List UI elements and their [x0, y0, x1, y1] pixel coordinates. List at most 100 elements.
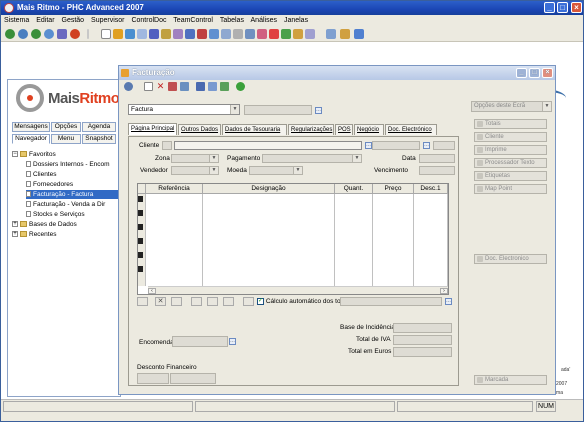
cliente-code-field[interactable]	[433, 141, 455, 150]
tab-negocio[interactable]: Negócio	[354, 124, 384, 135]
tab-snapshot[interactable]: Snapshot	[82, 134, 116, 144]
new-document-icon[interactable]	[144, 82, 153, 91]
desconto-value-field[interactable]	[170, 373, 216, 384]
heart-icon[interactable]	[269, 29, 279, 39]
tool-icon[interactable]	[354, 29, 364, 39]
doc-number-field[interactable]	[244, 105, 312, 115]
tree-item[interactable]: Clientes	[26, 170, 120, 179]
tool-icon[interactable]	[173, 29, 183, 39]
encomenda-field[interactable]	[172, 336, 228, 347]
line-tool-button[interactable]	[223, 297, 234, 306]
col-desc1[interactable]: Desc.1	[414, 184, 448, 194]
tool-icon[interactable]	[161, 29, 171, 39]
tree-item[interactable]: Stocks e Serviços	[26, 210, 120, 219]
options-select[interactable]: Opções deste Ecrã ▼	[471, 101, 552, 112]
horizontal-scrollbar[interactable]: ‹ ›	[148, 286, 448, 294]
link-icon[interactable]	[220, 82, 229, 91]
globe-icon[interactable]	[5, 29, 15, 39]
child-close-button[interactable]: ×	[542, 68, 553, 78]
folder-icon[interactable]	[113, 29, 123, 39]
tool-icon[interactable]	[340, 29, 350, 39]
cut-icon[interactable]	[168, 82, 177, 91]
desconto-percent-field[interactable]	[137, 373, 169, 384]
delete-line-button[interactable]: ✕	[155, 297, 166, 306]
imprime-button[interactable]: Imprime	[474, 145, 547, 155]
etiquetas-button[interactable]: Etiquetas	[474, 171, 547, 181]
tool-icon[interactable]	[209, 29, 219, 39]
tab-mensagens[interactable]: Mensagens	[12, 122, 50, 132]
child-maximize-button[interactable]: □	[529, 68, 540, 78]
lines-grid[interactable]: Referência Designação Quant. Preço Desc.…	[137, 183, 449, 295]
grid-icon[interactable]	[196, 82, 205, 91]
tool-icon[interactable]	[185, 29, 195, 39]
tree-item[interactable]: Fornecedores	[26, 180, 120, 189]
refresh-icon[interactable]	[236, 82, 245, 91]
tool-icon[interactable]	[57, 29, 67, 39]
marcada-button[interactable]: Marcada	[474, 375, 547, 385]
calc-auto-checkbox[interactable]: ✓	[257, 297, 264, 305]
line-tool-button[interactable]	[171, 297, 182, 306]
tab-pos[interactable]: POS	[335, 124, 353, 135]
zona-select[interactable]: ▼	[171, 154, 219, 163]
menu-janelas[interactable]: Janelas	[284, 17, 308, 24]
chevron-down-icon[interactable]: ▼	[209, 155, 218, 162]
tool-icon[interactable]	[293, 29, 303, 39]
cliente-button[interactable]: Cliente	[474, 132, 547, 142]
chevron-down-icon[interactable]: ▼	[209, 167, 218, 174]
menu-controldoc[interactable]: ControlDoc	[131, 17, 166, 24]
calendar-icon[interactable]	[197, 29, 207, 39]
lookup-icon[interactable]: …	[315, 107, 322, 114]
tab-agenda[interactable]: Agenda	[82, 122, 116, 132]
tab-menu[interactable]: Menu	[51, 134, 81, 144]
search-icon[interactable]	[124, 82, 133, 91]
tool-icon[interactable]	[305, 29, 315, 39]
new-line-button[interactable]	[137, 297, 148, 306]
lookup-icon[interactable]: …	[423, 142, 430, 149]
cliente-number-field[interactable]	[162, 141, 172, 150]
col-preco[interactable]: Preço	[373, 184, 414, 194]
minimize-button[interactable]: _	[544, 2, 555, 13]
tab-opcoes[interactable]: Opções	[51, 122, 81, 132]
tool-icon[interactable]	[257, 29, 267, 39]
menu-editar[interactable]: Editar	[36, 17, 54, 24]
globe-icon[interactable]	[44, 29, 54, 39]
chevron-down-icon[interactable]: ▼	[293, 167, 302, 174]
tool-icon[interactable]	[245, 29, 255, 39]
processador-texto-button[interactable]: Processador Texto	[474, 158, 547, 168]
menu-teamcontrol[interactable]: TeamControl	[173, 17, 213, 24]
scroll-left-icon[interactable]: ‹	[148, 288, 156, 294]
moeda-select[interactable]: ▼	[249, 166, 303, 175]
cliente-lookup-icon[interactable]: …	[365, 142, 372, 149]
menu-tabelas[interactable]: Tabelas	[220, 17, 244, 24]
chevron-down-icon[interactable]: ▼	[352, 155, 361, 162]
pagamento-select[interactable]: ▼	[262, 154, 362, 163]
menu-sistema[interactable]: Sistema	[4, 17, 29, 24]
globe-icon[interactable]	[18, 29, 28, 39]
lookup-icon[interactable]: …	[229, 338, 236, 345]
col-referencia[interactable]: Referência	[146, 184, 203, 194]
chevron-down-icon[interactable]: ▼	[230, 105, 239, 114]
delete-icon[interactable]: ✕	[156, 82, 165, 91]
tab-navegador[interactable]: Navegador	[12, 134, 50, 144]
col-quant[interactable]: Quant.	[335, 184, 373, 194]
totais-button[interactable]: Totais	[474, 119, 547, 129]
network-icon[interactable]	[208, 82, 217, 91]
chart-icon[interactable]	[137, 29, 147, 39]
check-icon[interactable]	[281, 29, 291, 39]
menu-analises[interactable]: Análises	[251, 17, 277, 24]
lookup-icon[interactable]: …	[445, 298, 452, 305]
tree-item[interactable]: − Favoritos	[12, 150, 56, 159]
col-designacao[interactable]: Designação	[203, 184, 335, 194]
expand-icon[interactable]: +	[12, 231, 18, 238]
cliente-extra-field[interactable]	[372, 141, 420, 150]
edit-icon[interactable]	[180, 82, 189, 91]
tree-item[interactable]: + Recentes	[12, 230, 56, 239]
tree-item[interactable]: Facturação - Venda a Dir	[26, 200, 120, 209]
document-icon[interactable]	[101, 29, 111, 39]
expand-icon[interactable]: +	[12, 221, 18, 228]
tab-outros-dados[interactable]: Outros Dados	[178, 124, 221, 135]
tree-item[interactable]: Dossiers Internos - Encom	[26, 160, 120, 169]
tab-dados-tesouraria[interactable]: Dados de Tesouraria	[222, 124, 287, 135]
scroll-right-icon[interactable]: ›	[440, 288, 448, 294]
chevron-down-icon[interactable]: ▼	[542, 102, 551, 111]
